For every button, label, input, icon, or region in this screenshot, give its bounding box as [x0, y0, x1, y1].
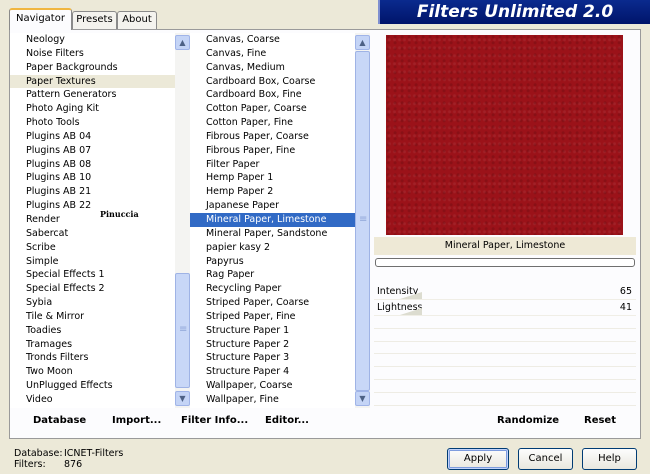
list-item[interactable]: Plugins AB 22	[10, 199, 175, 213]
reset-button[interactable]: Reset	[584, 410, 616, 432]
list-item[interactable]: Cotton Paper, Fine	[190, 116, 355, 130]
import-button[interactable]: Import...	[112, 410, 161, 432]
preview-image	[386, 35, 623, 235]
list-item[interactable]: Pattern Generators	[10, 88, 175, 102]
list-item[interactable]: Special Effects 1	[10, 268, 175, 282]
list-item[interactable]: Paper Backgrounds	[10, 61, 175, 75]
watermark-signature: Pinuccia	[100, 209, 139, 219]
slider-panel: Intensity 65 Lightness 41	[374, 284, 636, 316]
status-database-value: ICNET-Filters	[64, 448, 124, 459]
tab-presets[interactable]: Presets	[72, 11, 117, 30]
list-item[interactable]: Photo Tools	[10, 116, 175, 130]
scroll-up-icon[interactable]: ▲	[355, 35, 370, 50]
list-item[interactable]: Paper Textures	[10, 74, 175, 89]
list-item[interactable]: Papyrus	[190, 255, 355, 269]
list-item[interactable]: Sabercat	[10, 227, 175, 241]
list-item[interactable]: Filter Paper	[190, 158, 355, 172]
scroll-down-icon[interactable]: ▼	[175, 391, 190, 406]
list-item[interactable]: Tramages	[10, 338, 175, 352]
list-item[interactable]: UnPlugged Effects	[10, 379, 175, 393]
list-item[interactable]: Striped Paper, Fine	[190, 310, 355, 324]
status-database: Database: ICNET-Filters	[14, 448, 123, 459]
database-button[interactable]: Database	[33, 410, 86, 432]
list-item[interactable]: Tronds Filters	[10, 351, 175, 365]
app-title: Filters Unlimited 2.0	[416, 2, 614, 22]
scroll-down-icon[interactable]: ▼	[355, 391, 370, 406]
list-item[interactable]: Neology	[10, 33, 175, 47]
list-item[interactable]: Canvas, Coarse	[190, 33, 355, 47]
slider-lightness[interactable]: Lightness 41	[374, 300, 636, 316]
list-item[interactable]: Fibrous Paper, Fine	[190, 144, 355, 158]
list-item[interactable]: Photo Aging Kit	[10, 102, 175, 116]
list-item[interactable]: Special Effects 2	[10, 282, 175, 296]
slider-intensity[interactable]: Intensity 65	[374, 284, 636, 300]
list-item[interactable]: Canvas, Medium	[190, 61, 355, 75]
list-item[interactable]: Scribe	[10, 241, 175, 255]
cancel-button[interactable]: Cancel	[518, 448, 573, 470]
tab-about[interactable]: About	[117, 11, 157, 30]
status-database-label: Database:	[14, 448, 63, 459]
list-item[interactable]: Noise Filters	[10, 47, 175, 61]
category-list[interactable]: Neology Noise Filters Paper Backgrounds Pap…	[10, 33, 175, 408]
list-item[interactable]: Wallpaper, Fine	[190, 393, 355, 407]
randomize-button[interactable]: Randomize	[497, 410, 559, 432]
status-filters-label: Filters:	[14, 459, 46, 470]
filter-list[interactable]: Canvas, Coarse Canvas, Fine Canvas, Medium…	[190, 33, 355, 408]
list-item[interactable]: Render	[10, 213, 175, 227]
filter-scroll-thumb[interactable]	[355, 51, 370, 391]
list-item[interactable]: papier kasy 2	[190, 241, 355, 255]
category-scroll-thumb[interactable]	[175, 273, 190, 388]
list-item[interactable]: Japanese Paper	[190, 199, 355, 213]
empty-slider-rows	[374, 316, 636, 406]
status-filters: Filters: 876	[14, 459, 82, 470]
filter-info-button[interactable]: Filter Info...	[181, 410, 248, 432]
list-item[interactable]: Simple	[10, 255, 175, 269]
list-item[interactable]: Rag Paper	[190, 268, 355, 282]
slider-value: 65	[619, 286, 632, 297]
filter-name-label: Mineral Paper, Limestone	[374, 237, 636, 255]
list-item[interactable]: Structure Paper 2	[190, 338, 355, 352]
list-item[interactable]: Mineral Paper, Sandstone	[190, 227, 355, 241]
progress-bar	[375, 258, 635, 267]
list-item[interactable]: Cotton Paper, Coarse	[190, 102, 355, 116]
list-item[interactable]: Two Moon	[10, 365, 175, 379]
title-banner: Filters Unlimited 2.0	[378, 0, 650, 24]
list-item[interactable]: Plugins AB 21	[10, 185, 175, 199]
list-item[interactable]: Plugins AB 10	[10, 171, 175, 185]
tab-navigator[interactable]: Navigator	[9, 8, 72, 30]
list-item[interactable]: Cardboard Box, Coarse	[190, 75, 355, 89]
list-item[interactable]: Plugins AB 04	[10, 130, 175, 144]
list-item[interactable]: Sybia	[10, 296, 175, 310]
slider-track-icon	[400, 292, 422, 299]
apply-button[interactable]: Apply	[447, 448, 509, 470]
list-item[interactable]: Plugins AB 07	[10, 144, 175, 158]
list-item[interactable]: Canvas, Fine	[190, 47, 355, 61]
list-item[interactable]: Plugins AB 08	[10, 158, 175, 172]
slider-value: 41	[619, 302, 632, 313]
list-item[interactable]: Video	[10, 393, 175, 407]
filter-scrollbar[interactable]: ▲ ▼	[355, 33, 370, 408]
editor-button[interactable]: Editor...	[265, 410, 309, 432]
list-item[interactable]: Striped Paper, Coarse	[190, 296, 355, 310]
list-item[interactable]: Structure Paper 4	[190, 365, 355, 379]
list-item[interactable]: Mineral Paper, Limestone	[190, 212, 355, 227]
list-item[interactable]: Recycling Paper	[190, 282, 355, 296]
status-filters-value: 876	[64, 459, 83, 470]
category-scrollbar[interactable]: ▲ ▼	[175, 33, 190, 408]
list-item[interactable]: Fibrous Paper, Coarse	[190, 130, 355, 144]
help-button[interactable]: Help	[582, 448, 637, 470]
list-item[interactable]: Structure Paper 3	[190, 351, 355, 365]
list-item[interactable]: Tile & Mirror	[10, 310, 175, 324]
list-item[interactable]: Toadies	[10, 324, 175, 338]
slider-track-icon	[400, 308, 422, 315]
scroll-up-icon[interactable]: ▲	[175, 35, 190, 50]
list-item[interactable]: Hemp Paper 2	[190, 185, 355, 199]
list-item[interactable]: Cardboard Box, Fine	[190, 88, 355, 102]
list-item[interactable]: Structure Paper 1	[190, 324, 355, 338]
list-item[interactable]: Hemp Paper 1	[190, 171, 355, 185]
list-item[interactable]: Wallpaper, Coarse	[190, 379, 355, 393]
